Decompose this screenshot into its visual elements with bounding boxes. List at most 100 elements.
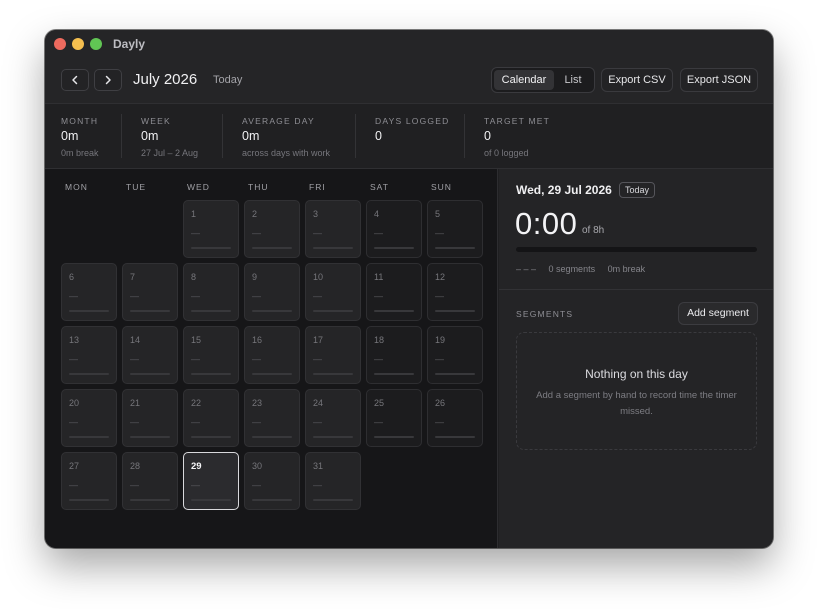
stats-bar: MONTH 0m 0m break WEEK 0m 27 Jul – 2 Aug… bbox=[45, 104, 773, 169]
day-cell[interactable]: 3— bbox=[305, 200, 361, 258]
day-progress-bar bbox=[435, 436, 475, 438]
weekday-header: FRI bbox=[309, 182, 326, 192]
day-number: 9 bbox=[252, 272, 258, 282]
day-cell[interactable]: 14 — bbox=[122, 326, 178, 384]
day-cell[interactable]: 19 — bbox=[427, 326, 483, 384]
day-cell[interactable]: 20 — bbox=[61, 389, 117, 447]
day-cell[interactable]: 6— bbox=[61, 263, 117, 321]
day-total: — bbox=[130, 417, 139, 427]
day-number: 19 bbox=[435, 335, 446, 345]
day-progress-bar bbox=[130, 499, 170, 501]
day-cell[interactable]: 11 — bbox=[366, 263, 422, 321]
day-cell[interactable]: 25 — bbox=[366, 389, 422, 447]
day-total: — bbox=[374, 291, 383, 301]
day-progress-bar bbox=[313, 436, 353, 438]
total-time: 0:00 bbox=[515, 206, 578, 241]
day-total: — bbox=[313, 228, 322, 238]
day-cell[interactable]: 27 — bbox=[61, 452, 117, 510]
list-view-tab[interactable]: List bbox=[554, 70, 592, 90]
day-cell[interactable]: 21 — bbox=[122, 389, 178, 447]
day-progress-bar bbox=[69, 499, 109, 501]
day-cell[interactable]: 2— bbox=[244, 200, 300, 258]
day-cell[interactable]: 31 — bbox=[305, 452, 361, 510]
minimize-window-button[interactable] bbox=[72, 38, 84, 50]
day-total: — bbox=[130, 480, 139, 490]
day-total: — bbox=[69, 291, 78, 301]
day-progress-bar bbox=[435, 247, 475, 249]
app-title: Dayly bbox=[113, 37, 146, 51]
day-total: — bbox=[313, 291, 322, 301]
day-total: — bbox=[69, 480, 78, 490]
day-total: — bbox=[374, 354, 383, 364]
divider bbox=[355, 114, 356, 158]
day-number: 1 bbox=[191, 209, 197, 219]
day-cell[interactable]: 30 — bbox=[244, 452, 300, 510]
day-number: 10 bbox=[313, 272, 324, 282]
day-cell[interactable]: 15 — bbox=[183, 326, 239, 384]
add-segment-button[interactable]: Add segment bbox=[678, 302, 758, 325]
day-cell[interactable]: 5— bbox=[427, 200, 483, 258]
day-total: — bbox=[435, 291, 444, 301]
export-csv-button[interactable]: Export CSV bbox=[601, 68, 673, 92]
day-cell[interactable]: 7— bbox=[122, 263, 178, 321]
stat-value: 0 bbox=[375, 129, 382, 143]
empty-title: Nothing on this day bbox=[585, 367, 688, 381]
day-number: 22 bbox=[191, 398, 202, 408]
day-progress-bar bbox=[435, 373, 475, 375]
day-number: 25 bbox=[374, 398, 385, 408]
stat-label: DAYS LOGGED bbox=[375, 116, 450, 126]
day-number: 21 bbox=[130, 398, 141, 408]
stat-value: 0 bbox=[484, 129, 491, 143]
toolbar: July 2026 Today Calendar List Export CSV… bbox=[45, 58, 773, 104]
day-total: — bbox=[252, 480, 261, 490]
day-number: 29 bbox=[191, 461, 202, 472]
day-total: — bbox=[435, 354, 444, 364]
next-month-button[interactable] bbox=[94, 69, 122, 91]
day-total: — bbox=[252, 354, 261, 364]
weekday-header: THU bbox=[248, 182, 269, 192]
close-window-button[interactable] bbox=[54, 38, 66, 50]
day-cell[interactable]: 29 — bbox=[183, 452, 239, 510]
day-cell[interactable]: 23 — bbox=[244, 389, 300, 447]
day-cell[interactable]: 24 — bbox=[305, 389, 361, 447]
day-progress-bar bbox=[313, 499, 353, 501]
day-cell[interactable]: 12 — bbox=[427, 263, 483, 321]
segments-heading: SEGMENTS bbox=[516, 309, 574, 319]
day-progress-bar bbox=[191, 310, 231, 312]
day-total: — bbox=[191, 291, 200, 301]
export-json-button[interactable]: Export JSON bbox=[680, 68, 758, 92]
day-number: 12 bbox=[435, 272, 446, 282]
day-cell[interactable]: 17 — bbox=[305, 326, 361, 384]
day-cell[interactable]: 26 — bbox=[427, 389, 483, 447]
stat-label: WEEK bbox=[141, 116, 171, 126]
day-cell[interactable]: 28 — bbox=[122, 452, 178, 510]
stat-label: TARGET MET bbox=[484, 116, 550, 126]
day-progress-bar bbox=[69, 436, 109, 438]
stat-value: 0m bbox=[61, 129, 79, 143]
maximize-window-button[interactable] bbox=[90, 38, 102, 50]
day-cell[interactable]: 22 — bbox=[183, 389, 239, 447]
weekday-header: MON bbox=[65, 182, 88, 192]
day-cell[interactable]: 13 — bbox=[61, 326, 117, 384]
today-badge: Today bbox=[619, 182, 656, 198]
stat-label: MONTH bbox=[61, 116, 99, 126]
day-cell[interactable]: 8— bbox=[183, 263, 239, 321]
day-cell[interactable]: 1— bbox=[183, 200, 239, 258]
day-cell[interactable]: 18 — bbox=[366, 326, 422, 384]
previous-month-button[interactable] bbox=[61, 69, 89, 91]
today-button[interactable]: Today bbox=[213, 74, 242, 86]
day-detail-panel: Wed, 29 Jul 2026 Today 0:00 of 8h – – – … bbox=[499, 169, 773, 548]
day-cell[interactable]: 16 — bbox=[244, 326, 300, 384]
calendar-view-tab[interactable]: Calendar bbox=[494, 70, 554, 90]
day-cell[interactable]: 4— bbox=[366, 200, 422, 258]
day-number: 23 bbox=[252, 398, 263, 408]
stat-sub: of 0 logged bbox=[484, 148, 529, 158]
day-cell[interactable]: 9— bbox=[244, 263, 300, 321]
day-cell[interactable]: 10 — bbox=[305, 263, 361, 321]
day-progress-bar bbox=[69, 373, 109, 375]
day-number: 26 bbox=[435, 398, 446, 408]
divider bbox=[499, 289, 773, 290]
segment-count: 0 segments bbox=[548, 264, 596, 274]
day-number: 7 bbox=[130, 272, 136, 282]
day-progress-bar bbox=[252, 436, 292, 438]
